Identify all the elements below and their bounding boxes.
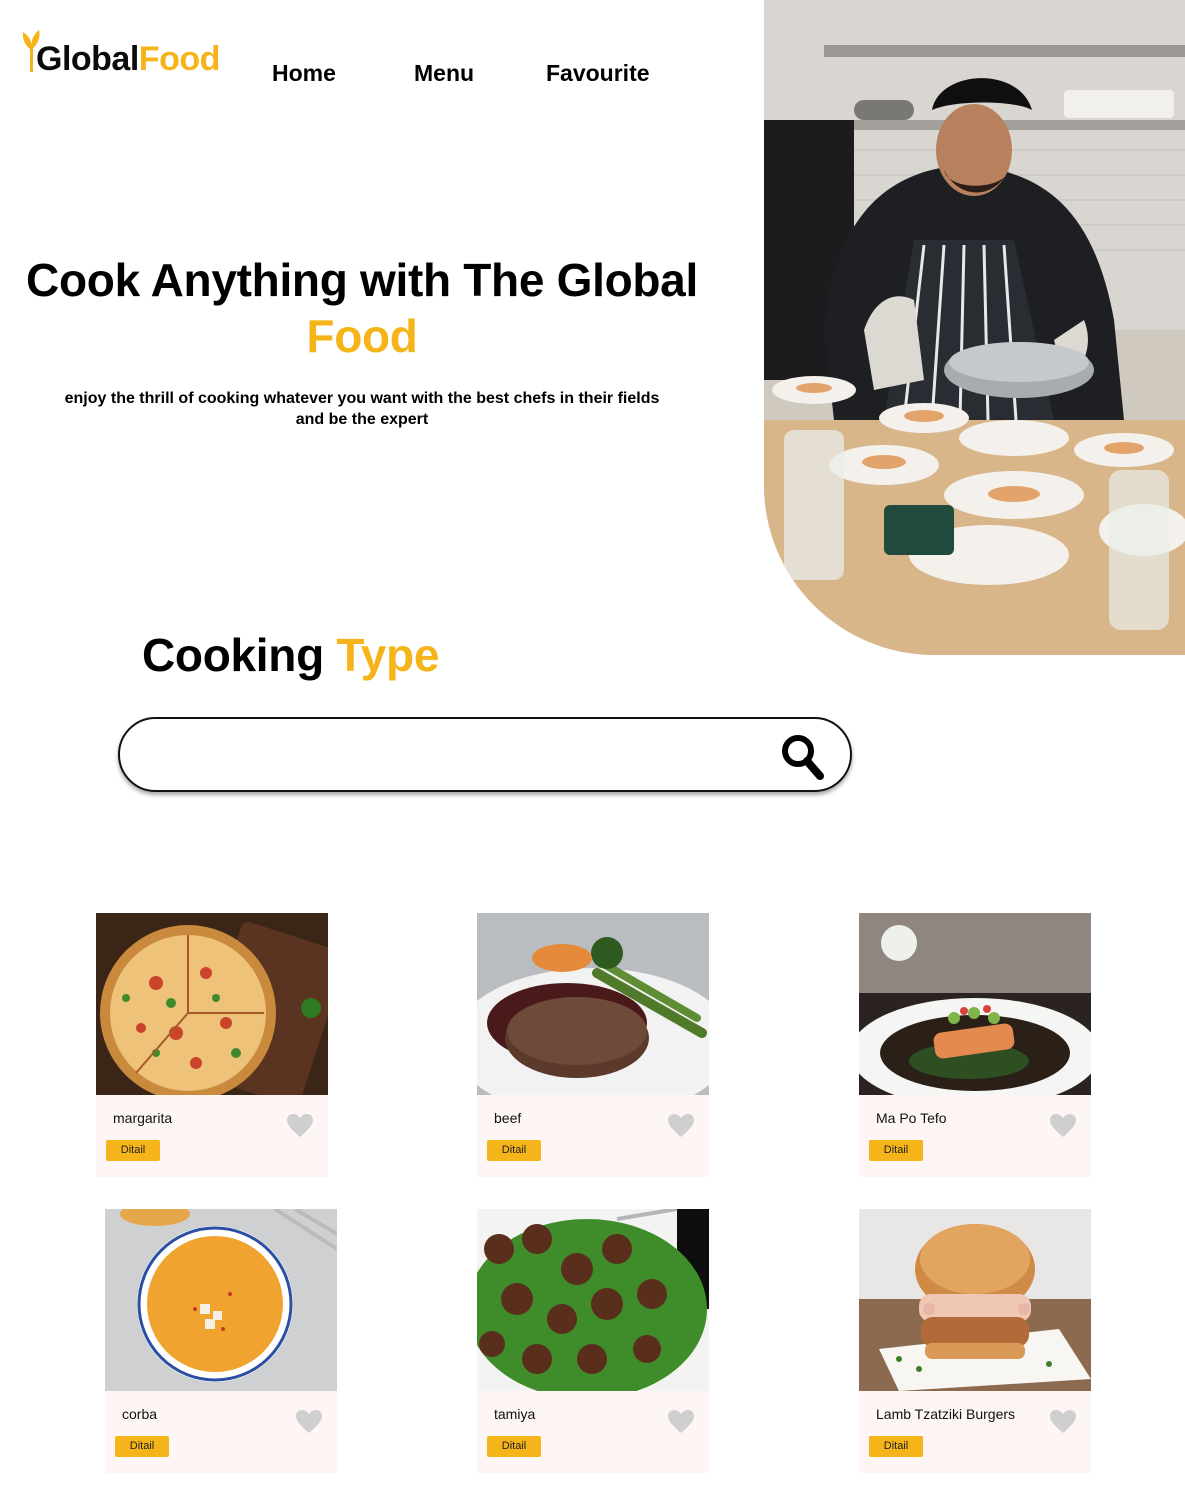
food-image-beef [477, 913, 709, 1095]
hero-subtitle-line1: enjoy the thrill of cooking whatever you… [64, 390, 660, 407]
card-info: Ma Po Tefo Ditail [859, 1095, 1091, 1177]
food-name: beef [494, 1110, 522, 1126]
detail-button[interactable]: Ditail [487, 1140, 541, 1161]
hero-title-line1: Cook Anything with The Global [26, 254, 698, 306]
heart-icon[interactable] [667, 1113, 695, 1138]
food-name: Ma Po Tefo [876, 1110, 947, 1126]
section-title-part1: Cooking [142, 629, 324, 681]
food-card: Lamb Tzatziki Burgers Ditail [859, 1209, 1091, 1473]
section-title: Cooking Type [142, 628, 439, 682]
detail-button[interactable]: Ditail [869, 1140, 923, 1161]
search-bar [118, 717, 852, 792]
food-card: margarita Ditail [96, 913, 328, 1177]
food-card: Ma Po Tefo Ditail [859, 913, 1091, 1177]
brand-name: GlobalFood [36, 40, 220, 79]
heart-icon[interactable] [286, 1113, 314, 1138]
detail-button[interactable]: Ditail [869, 1436, 923, 1457]
detail-button[interactable]: Ditail [115, 1436, 169, 1457]
hero-subtitle: enjoy the thrill of cooking whatever you… [30, 388, 694, 430]
card-info: tamiya Ditail [477, 1391, 709, 1473]
nav-menu[interactable]: Menu [414, 60, 474, 87]
card-info: Lamb Tzatziki Burgers Ditail [859, 1391, 1091, 1473]
search-icon[interactable] [780, 733, 826, 781]
hero-title-line2: Food [306, 310, 418, 362]
food-name: Lamb Tzatziki Burgers [876, 1406, 1016, 1422]
brand-name-part2: Food [138, 40, 221, 78]
food-image-pizza [96, 913, 328, 1095]
detail-button[interactable]: Ditail [106, 1140, 160, 1161]
brand-name-part1: Global [36, 40, 139, 78]
card-info: corba Ditail [105, 1391, 337, 1473]
heart-icon[interactable] [295, 1409, 323, 1434]
food-image-burger [859, 1209, 1091, 1391]
card-info: beef Ditail [477, 1095, 709, 1177]
hero-title: Cook Anything with The Global Food [20, 252, 704, 364]
nav-home[interactable]: Home [272, 60, 336, 87]
food-name: corba [122, 1406, 158, 1422]
food-image-soup [105, 1209, 337, 1391]
section-title-part2: Type [336, 629, 440, 681]
food-image-salmon [859, 913, 1091, 1095]
card-info: margarita Ditail [96, 1095, 328, 1177]
heart-icon[interactable] [1049, 1409, 1077, 1434]
detail-button[interactable]: Ditail [487, 1436, 541, 1457]
food-card: corba Ditail [105, 1209, 337, 1473]
hero-chef-image [764, 0, 1185, 655]
heart-icon[interactable] [667, 1409, 695, 1434]
heart-icon[interactable] [1049, 1113, 1077, 1138]
food-card: beef Ditail [477, 913, 709, 1177]
nav-favourite[interactable]: Favourite [546, 60, 650, 87]
search-input[interactable] [150, 733, 770, 777]
food-name: tamiya [494, 1406, 536, 1422]
food-image-meatballs [477, 1209, 709, 1391]
food-name: margarita [113, 1110, 173, 1126]
food-card: tamiya Ditail [477, 1209, 709, 1473]
hero-subtitle-line2: and be the expert [295, 411, 429, 428]
